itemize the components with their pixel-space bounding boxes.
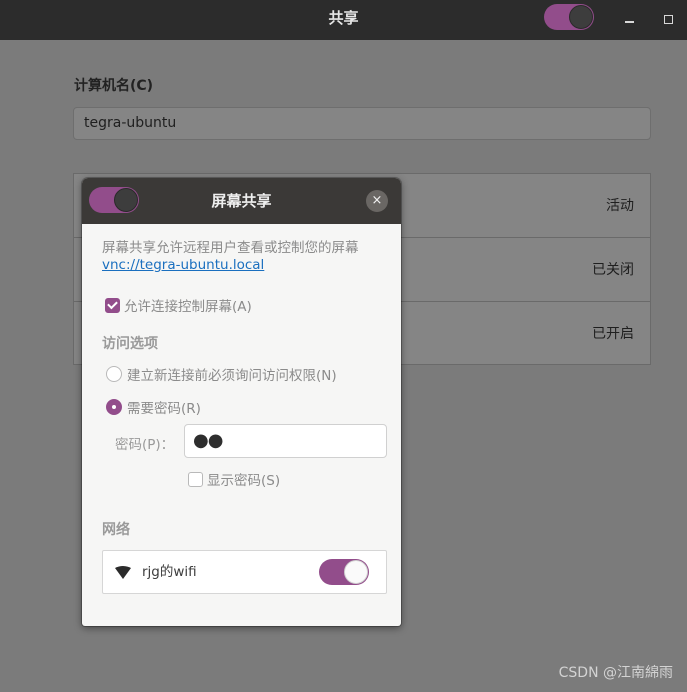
minimize-button[interactable]	[618, 8, 640, 30]
dialog-header: 屏幕共享 ×	[82, 178, 401, 224]
network-heading: 网络	[102, 522, 130, 538]
sharing-toggle[interactable]	[544, 4, 594, 30]
radio-unchecked-icon	[106, 366, 122, 382]
show-password-label: 显示密码(S)	[207, 473, 281, 489]
close-icon: ×	[371, 193, 383, 208]
maximize-icon	[663, 14, 673, 24]
radio-label: 需要密码(R)	[127, 401, 201, 417]
network-list: rjg的wifi	[102, 550, 387, 594]
toggle-knob	[569, 5, 593, 29]
show-password-checkbox[interactable]: 显示密码(S)	[188, 469, 280, 489]
allow-control-checkbox[interactable]: 允许连接控制屏幕(A)	[105, 295, 252, 315]
watermark: CSDN @江南綿雨	[558, 665, 673, 681]
radio-ask-permission[interactable]: 建立新连接前必须询问访问权限(N)	[106, 364, 337, 384]
network-toggle[interactable]	[319, 559, 369, 585]
wifi-icon	[115, 566, 131, 579]
dialog-close-button[interactable]: ×	[366, 190, 388, 212]
vnc-link[interactable]: vnc://tegra-ubuntu.local	[102, 257, 264, 273]
password-label: 密码(P)：	[115, 437, 175, 453]
radio-require-password[interactable]: 需要密码(R)	[106, 397, 201, 417]
dialog-title: 屏幕共享	[211, 192, 272, 210]
maximize-button[interactable]	[657, 8, 679, 30]
radio-label: 建立新连接前必须询问访问权限(N)	[127, 368, 337, 384]
password-input[interactable]: ●●	[184, 424, 387, 458]
service-status: 活动	[606, 198, 634, 214]
screen-sharing-dialog: 屏幕共享 × 屏幕共享允许远程用户查看或控制您的屏幕 vnc://tegra-u…	[82, 178, 401, 626]
computer-name-input[interactable]: tegra-ubuntu	[73, 107, 651, 140]
toggle-knob	[344, 560, 368, 584]
checkbox-checked-icon	[105, 297, 120, 313]
checkbox-unchecked-icon	[188, 471, 203, 487]
window-titlebar: 共享	[0, 0, 687, 40]
service-status: 已关闭	[592, 262, 634, 278]
service-status: 已开启	[592, 326, 634, 342]
minimize-icon	[624, 21, 634, 23]
radio-checked-icon	[106, 399, 122, 415]
access-options-heading: 访问选项	[102, 336, 158, 352]
computer-name-label: 计算机名(C)	[74, 78, 154, 94]
allow-control-label: 允许连接控制屏幕(A)	[124, 299, 252, 315]
dialog-description: 屏幕共享允许远程用户查看或控制您的屏幕	[102, 240, 359, 256]
network-name: rjg的wifi	[142, 564, 197, 580]
